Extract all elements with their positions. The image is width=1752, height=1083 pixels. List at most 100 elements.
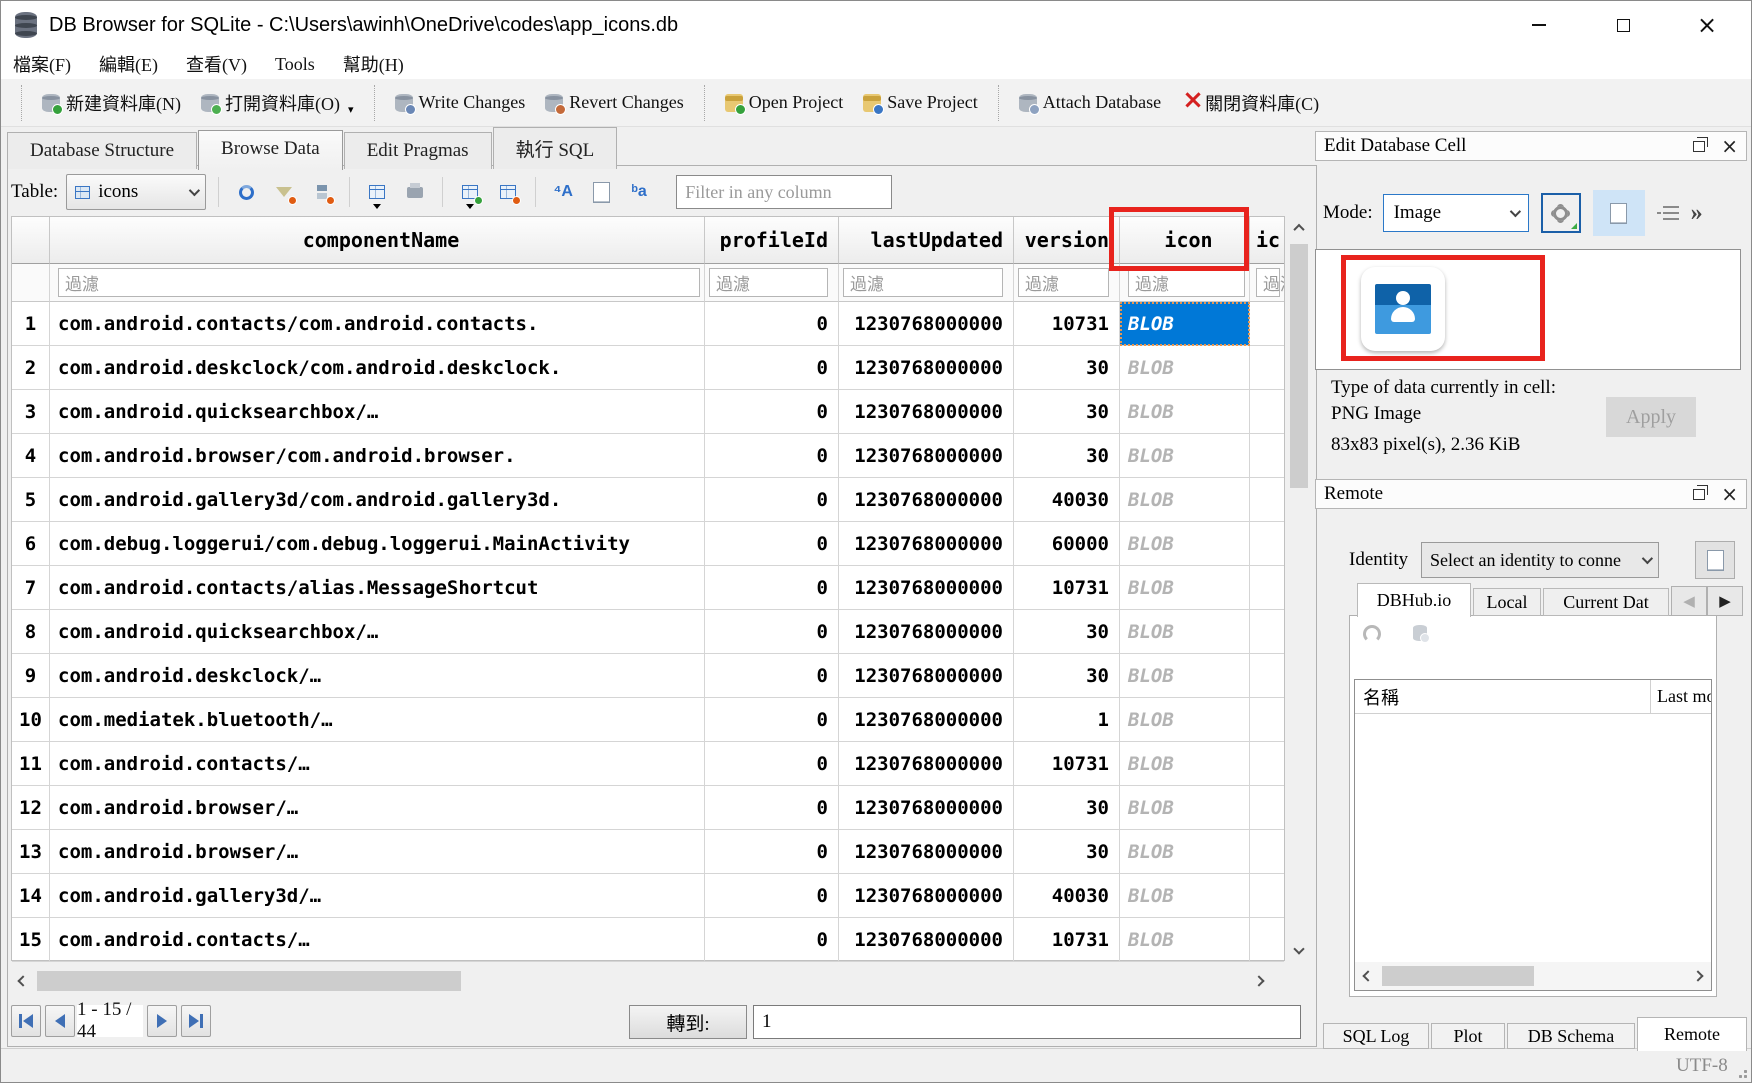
cell-version[interactable]: 30 (1014, 434, 1120, 478)
row-number[interactable]: 10 (12, 698, 50, 742)
cell-lastUpdated[interactable]: 1230768000000 (839, 742, 1014, 786)
cell-lastUpdated[interactable]: 1230768000000 (839, 302, 1014, 346)
row-number[interactable]: 6 (12, 522, 50, 566)
export-cell-button[interactable] (586, 177, 616, 207)
cell-version[interactable]: 10731 (1014, 742, 1120, 786)
nav-prev-button[interactable] (45, 1005, 75, 1037)
row-number[interactable]: 4 (12, 434, 50, 478)
cell-lastUpdated[interactable]: 1230768000000 (839, 478, 1014, 522)
filter-input[interactable] (676, 175, 892, 209)
cell-version[interactable]: 30 (1014, 786, 1120, 830)
identity-dropdown[interactable]: Select an identity to conne (1421, 542, 1659, 578)
refresh-button[interactable] (231, 177, 261, 207)
cell-icon-blob[interactable]: BLOB (1120, 786, 1250, 830)
cell-lastUpdated[interactable]: 1230768000000 (839, 874, 1014, 918)
cell-profileId[interactable]: 0 (705, 522, 839, 566)
replace-button[interactable]: ᵇa (624, 177, 654, 207)
cell-icon-blob[interactable]: BLOB (1120, 610, 1250, 654)
cell-componentName[interactable]: com.android.contacts/com.android.contact… (50, 302, 705, 346)
apply-button[interactable]: Apply (1606, 397, 1696, 437)
cell-componentName[interactable]: com.android.quicksearchbox/… (50, 610, 705, 654)
open-in-editor-button[interactable] (1593, 190, 1645, 236)
remote-tab-local[interactable]: Local (1473, 588, 1541, 616)
cell-componentName[interactable]: com.android.gallery3d/com.android.galler… (50, 478, 705, 522)
menu-item[interactable]: 編輯(E) (99, 51, 158, 77)
clone-database-button[interactable] (1413, 625, 1427, 641)
filter-cell[interactable]: 過濾 (58, 268, 700, 297)
insert-record-button[interactable] (455, 177, 485, 207)
cell-icon-blob[interactable]: BLOB (1120, 346, 1250, 390)
dock-tab-db-schema[interactable]: DB Schema (1507, 1023, 1635, 1049)
menu-item[interactable]: 查看(V) (186, 51, 247, 77)
minimize-button[interactable] (1509, 1, 1569, 49)
nav-next-button[interactable] (147, 1005, 177, 1037)
delete-record-button[interactable] (493, 177, 523, 207)
remote-tab-current-database[interactable]: Current Dat (1543, 588, 1669, 616)
toolbar-overflow-button[interactable]: » (1691, 193, 1701, 233)
table-selector[interactable]: icons (66, 174, 206, 210)
list-horizontal-scrollbar[interactable] (1355, 962, 1711, 990)
main-tab[interactable]: Edit Pragmas (344, 132, 492, 169)
dock-tab-remote[interactable]: Remote (1637, 1017, 1747, 1051)
cell-componentName[interactable]: com.android.deskclock/… (50, 654, 705, 698)
row-number[interactable]: 5 (12, 478, 50, 522)
row-number[interactable]: 13 (12, 830, 50, 874)
cell-version[interactable]: 10731 (1014, 566, 1120, 610)
cell-profileId[interactable]: 0 (705, 302, 839, 346)
cell-profileId[interactable]: 0 (705, 830, 839, 874)
cell-version[interactable]: 30 (1014, 830, 1120, 874)
cell-componentName[interactable]: com.android.deskclock/com.android.deskcl… (50, 346, 705, 390)
cell-version[interactable]: 30 (1014, 346, 1120, 390)
cell-componentName[interactable]: com.android.browser/com.android.browser. (50, 434, 705, 478)
row-number[interactable]: 15 (12, 918, 50, 962)
toolbar-button[interactable]: 新建資料庫(N) ▾ (32, 83, 191, 123)
cell-profileId[interactable]: 0 (705, 390, 839, 434)
save-view-button[interactable] (362, 177, 392, 207)
main-tab[interactable]: 執行 SQL (493, 127, 618, 169)
tab-scroll-arrows[interactable]: ◀ ▶ (1671, 586, 1743, 616)
row-number[interactable]: 14 (12, 874, 50, 918)
cell-version[interactable]: 40030 (1014, 478, 1120, 522)
cell-componentName[interactable]: com.android.browser/… (50, 786, 705, 830)
horizontal-scroll-thumb[interactable] (37, 971, 461, 991)
word-wrap-button[interactable] (1657, 193, 1679, 233)
cell-profileId[interactable]: 0 (705, 346, 839, 390)
cell-version[interactable]: 40030 (1014, 874, 1120, 918)
column-header-lastUpdated[interactable]: lastUpdated (839, 217, 1014, 264)
import-certificate-button[interactable] (1695, 541, 1735, 579)
cell-lastUpdated[interactable]: 1230768000000 (839, 610, 1014, 654)
toolbar-button[interactable]: Revert Changes ▾ (535, 85, 693, 120)
row-number[interactable]: 9 (12, 654, 50, 698)
cell-icon-blob[interactable]: BLOB (1120, 478, 1250, 522)
row-number[interactable]: 1 (12, 302, 50, 346)
mode-dropdown[interactable]: Image (1383, 194, 1529, 232)
cell-componentName[interactable]: com.android.contacts/… (50, 742, 705, 786)
column-header-profileId[interactable]: profileId (705, 217, 839, 264)
tab-scroll-left-icon[interactable]: ◀ (1671, 586, 1707, 616)
main-tab[interactable]: Database Structure (7, 132, 197, 169)
cell-icon-blob[interactable]: BLOB (1120, 742, 1250, 786)
cell-profileId[interactable]: 0 (705, 742, 839, 786)
grid-horizontal-scrollbar[interactable] (11, 967, 1271, 995)
import-data-button[interactable] (1541, 193, 1581, 233)
cell-version[interactable]: 10731 (1014, 918, 1120, 962)
cell-icon-blob[interactable]: BLOB (1120, 918, 1250, 962)
tab-scroll-right-icon[interactable]: ▶ (1707, 586, 1743, 616)
cell-icon-blob[interactable]: BLOB (1120, 830, 1250, 874)
list-header-last-modified[interactable]: Last mo (1651, 680, 1711, 713)
remote-refresh-button[interactable] (1363, 625, 1381, 643)
cell-icon-blob[interactable]: BLOB (1120, 522, 1250, 566)
filter-cell[interactable]: 過濾 (1256, 268, 1280, 297)
cell-profileId[interactable]: 0 (705, 610, 839, 654)
cell-profileId[interactable]: 0 (705, 786, 839, 830)
cell-version[interactable]: 30 (1014, 610, 1120, 654)
filter-cell[interactable]: 過濾 (1018, 268, 1109, 297)
dock-tab-plot[interactable]: Plot (1431, 1023, 1505, 1049)
print-button[interactable] (400, 177, 430, 207)
close-button[interactable]: × (1677, 1, 1737, 49)
cell-lastUpdated[interactable]: 1230768000000 (839, 522, 1014, 566)
maximize-button[interactable] (1593, 1, 1653, 49)
goto-button[interactable]: 轉到: (629, 1005, 747, 1039)
undock-icon[interactable] (1693, 489, 1705, 500)
undock-icon[interactable] (1693, 141, 1705, 152)
